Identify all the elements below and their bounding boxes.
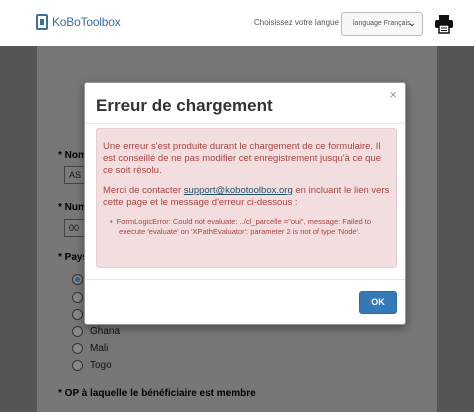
language-label: Choisissez votre langue <box>254 18 339 27</box>
top-header: KoBoToolbox Choisissez votre langue lang… <box>0 0 474 46</box>
language-select[interactable]: language Français ⌄ <box>341 12 423 36</box>
error-alert: Une erreur s'est produite durant le char… <box>96 128 397 268</box>
error-modal: Erreur de chargement × Une erreur s'est … <box>84 82 406 325</box>
radio-label: Ghana <box>90 326 121 337</box>
radio-button[interactable] <box>72 274 83 285</box>
error-list-item: FormLogicError: Could not evaluate: ../c… <box>117 217 390 237</box>
support-email-link[interactable]: support@kobotoolbox.org <box>184 185 293 196</box>
chevron-down-icon: ⌄ <box>407 18 416 29</box>
modal-footer-divider <box>85 279 405 280</box>
logo-icon <box>36 14 48 30</box>
print-icon[interactable] <box>434 14 454 34</box>
contact-message: Merci de contacter support@kobotoolbox.o… <box>103 185 390 208</box>
radio-button[interactable] <box>72 326 83 337</box>
radio-button[interactable] <box>72 360 83 371</box>
close-icon[interactable]: × <box>389 87 397 102</box>
radio-option-mali[interactable]: Mali <box>72 343 108 354</box>
kobotoolbox-logo[interactable]: KoBoToolbox <box>36 14 121 30</box>
modal-title: Erreur de chargement <box>96 96 273 115</box>
error-list: FormLogicError: Could not evaluate: ../c… <box>117 217 390 237</box>
radio-option-togo[interactable]: Togo <box>72 360 112 371</box>
radio-button[interactable] <box>72 343 83 354</box>
modal-header-divider <box>85 123 405 124</box>
logo-text: KoBoToolbox <box>52 15 121 29</box>
radio-label: Togo <box>90 360 112 371</box>
question-label-num: * Num <box>58 202 87 213</box>
ok-button[interactable]: OK <box>359 291 397 314</box>
error-message: Une erreur s'est produite durant le char… <box>103 141 382 176</box>
radio-option-ghana[interactable]: Ghana <box>72 326 120 337</box>
radio-button[interactable] <box>72 292 83 303</box>
question-label-op: * OP à laquelle le bénéficiaire est memb… <box>58 388 256 399</box>
language-select-value: language Français <box>353 20 411 27</box>
radio-button[interactable] <box>72 309 83 320</box>
question-label-nom: * Nom <box>58 150 87 161</box>
radio-label: Mali <box>90 343 109 354</box>
